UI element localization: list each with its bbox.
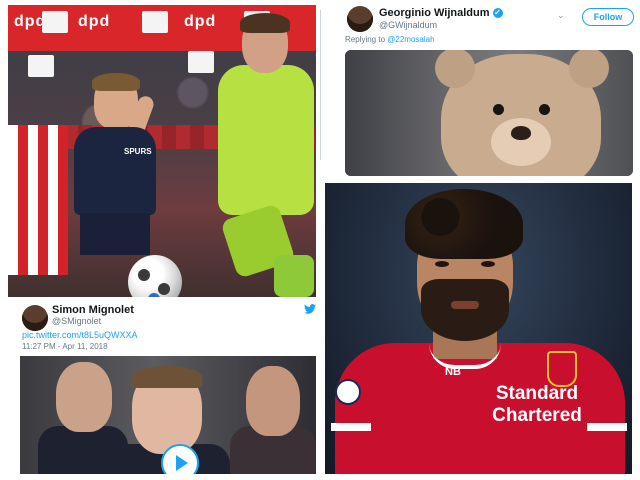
dpd-cube-icon [142,11,168,33]
sponsor-line-1: Standard [495,383,579,404]
dpd-cube-icon [42,11,68,33]
player-goalkeeper [204,13,316,297]
replying-to-label: Replying to [345,35,386,44]
teddy-eye [539,104,550,115]
opponent-player [8,125,68,275]
player-portrait-photo: NB Standard Chartered [325,183,632,474]
replying-to-handle[interactable]: @22mosalah [387,35,434,44]
tweet-card-wijnaldum: Georginio Wijnaldum ✓ @GWijnaldum ⌄ Follo… [325,0,640,180]
author-name-text: Georginio Wijnaldum [379,7,490,19]
replying-to: Replying to @22mosalah [345,35,435,44]
avatar[interactable] [347,6,373,32]
keeper-sock [274,255,314,297]
teddy-ear [435,50,475,88]
divider [320,10,321,160]
player-beard [421,279,509,341]
person-face [56,362,112,432]
match-photo: dpd dpd dpd SPURS [8,5,316,297]
keeper-hair [240,13,290,33]
chevron-down-icon[interactable]: ⌄ [557,10,565,21]
club-crest-icon [547,351,577,387]
tweet-link[interactable]: pic.twitter.com/t8L5uQWXXA [22,330,138,340]
tweet-author-handle[interactable]: @SMignolet [52,316,101,326]
player-hair [92,73,140,91]
verified-badge-icon: ✓ [492,8,503,19]
ball-patch [158,283,170,295]
tweet-card-mignolet: Simon Mignolet @SMignolet pic.twitter.co… [8,298,318,475]
player-eye [435,261,449,267]
sponsor-line-2: Chartered [492,405,582,426]
tweet-author-name[interactable]: Georginio Wijnaldum ✓ [379,7,503,19]
dpd-cube-icon [28,55,54,77]
shirt-stripe [331,423,371,431]
kit-brand-logo: NB [445,366,461,378]
person-face [246,366,300,436]
ball-patch [138,269,150,281]
teddy-bear-head [435,50,609,176]
player-striker: SPURS [70,73,160,275]
competition-badge-icon [335,379,361,405]
player-shorts [80,213,150,255]
player-eye [481,261,495,267]
player-hair [405,189,523,259]
player-shirt: SPURS [74,127,156,215]
tweet-media-image[interactable] [345,50,633,176]
player-mouth [451,301,479,309]
ad-text: dpd [78,13,111,30]
tweet-author-handle[interactable]: @GWijnaldum [379,20,437,30]
person-hair [132,366,202,388]
avatar[interactable] [22,305,48,331]
play-button[interactable] [161,444,199,474]
shirt-sponsor: Standard Chartered [457,383,617,427]
follow-button[interactable]: Follow [582,8,634,26]
keeper-shirt [218,65,314,215]
twitter-bird-icon[interactable] [304,304,316,314]
tweet-author-name[interactable]: Simon Mignolet [52,304,134,316]
play-icon [176,455,188,471]
teddy-nose [511,126,531,140]
tweet-video[interactable] [20,356,316,474]
kit-crest: SPURS [124,147,152,156]
ball-patch [148,293,160,297]
tweet-timestamp[interactable]: 11:27 PM - Apr 11, 2018 [22,342,108,351]
teddy-eye [493,104,504,115]
